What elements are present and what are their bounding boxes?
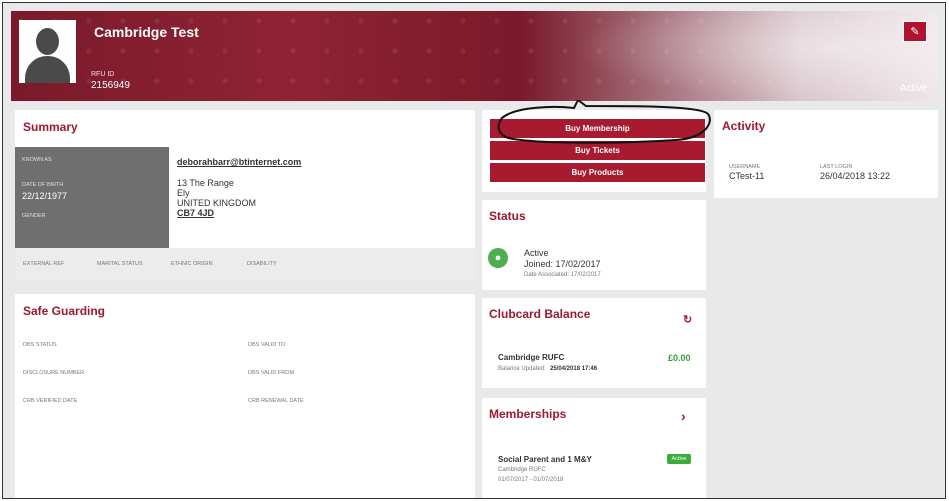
membership-name: Social Parent and 1 M&Y [498,455,592,464]
external-ref-label: EXTERNAL REF [23,261,65,267]
chevron-right-icon[interactable]: › [681,408,686,424]
status-associated: Date Associated: 17/02/2017 [524,272,601,278]
dbs-valid-from-label: DBS VALID FROM [248,370,295,376]
username-value: CTest-11 [729,171,765,181]
address-line1: 13 The Range [177,178,234,188]
safeguarding-panel [15,294,475,498]
membership-status-badge: Active [667,454,691,464]
status-title: Status [489,209,526,223]
buy-products-button[interactable]: Buy Products [490,163,705,182]
safeguarding-title: Safe Guarding [23,304,106,318]
disability-label: DISABILITY [247,261,277,267]
status-joined: Joined: 17/02/2017 [524,259,601,269]
clubcard-updated: 25/04/2018 17:46 [550,366,598,372]
address-line2: Ely [177,188,190,198]
rfu-id-label: RFU ID [91,71,115,78]
clubcard-title: Clubcard Balance [489,307,591,321]
username-label: USERNAME [729,164,761,170]
ethnic-origin-label: ETHNIC ORIGIN [171,261,213,267]
dbs-status-label: DBS STATUS [23,342,57,348]
summary-detail-row: EXTERNAL REF MARITAL STATUS ETHNIC ORIGI… [15,248,475,280]
avatar-body [25,56,70,83]
dob-label: DATE OF BIRTH [22,182,64,188]
last-login-value: 26/04/2018 13:22 [820,171,891,181]
dob-value: 22/12/1977 [22,191,68,201]
avatar-head [36,28,59,55]
status-state: Active [524,248,549,258]
clubcard-amount: £0.00 [668,353,691,363]
edit-profile-button[interactable]: ✎ [903,21,927,42]
crb-renewal-label: CRB RENEWAL DATE [248,398,304,404]
disclosure-number-label: DISCLOSURE NUMBER [23,370,85,376]
buy-tickets-button[interactable]: Buy Tickets [490,141,705,160]
rfu-id-value: 2156949 [91,80,130,91]
profile-name: Cambridge Test [94,24,199,40]
membership-period: 01/07/2017 - 01/07/2018 [498,477,564,483]
email-link[interactable]: deborahbarr@btinternet.com [177,157,301,167]
marital-status-label: MARITAL STATUS [97,261,143,267]
membership-club: Cambridge RUFC [498,467,546,473]
refresh-icon[interactable]: ↻ [683,313,692,326]
buy-membership-button[interactable]: Buy Membership [490,119,705,138]
memberships-title: Memberships [489,407,567,421]
user-icon: ● [488,248,508,268]
banner-highlight [571,11,938,101]
profile-status: Active [900,83,928,94]
crb-verified-label: CRB VERIFIED DATE [23,398,78,404]
clubcard-club: Cambridge RUFC [498,353,565,362]
avatar [19,20,76,83]
gender-label: GENDER [22,213,46,219]
last-login-label: LAST LOGIN [820,164,853,170]
pencil-icon: ✎ [910,26,920,38]
address-line3: UNITED KINGDOM [177,198,257,208]
known-as-box: KNOWN AS DATE OF BIRTH 22/12/1977 GENDER [15,147,169,248]
postcode-link[interactable]: CB7 4JD [177,208,214,218]
summary-title: Summary [23,120,78,134]
dbs-valid-to-label: DBS VALID TO [248,342,286,348]
clubcard-updated-label: Balance Updated: [498,366,546,372]
activity-title: Activity [722,119,766,133]
known-as-label: KNOWN AS [22,157,52,163]
